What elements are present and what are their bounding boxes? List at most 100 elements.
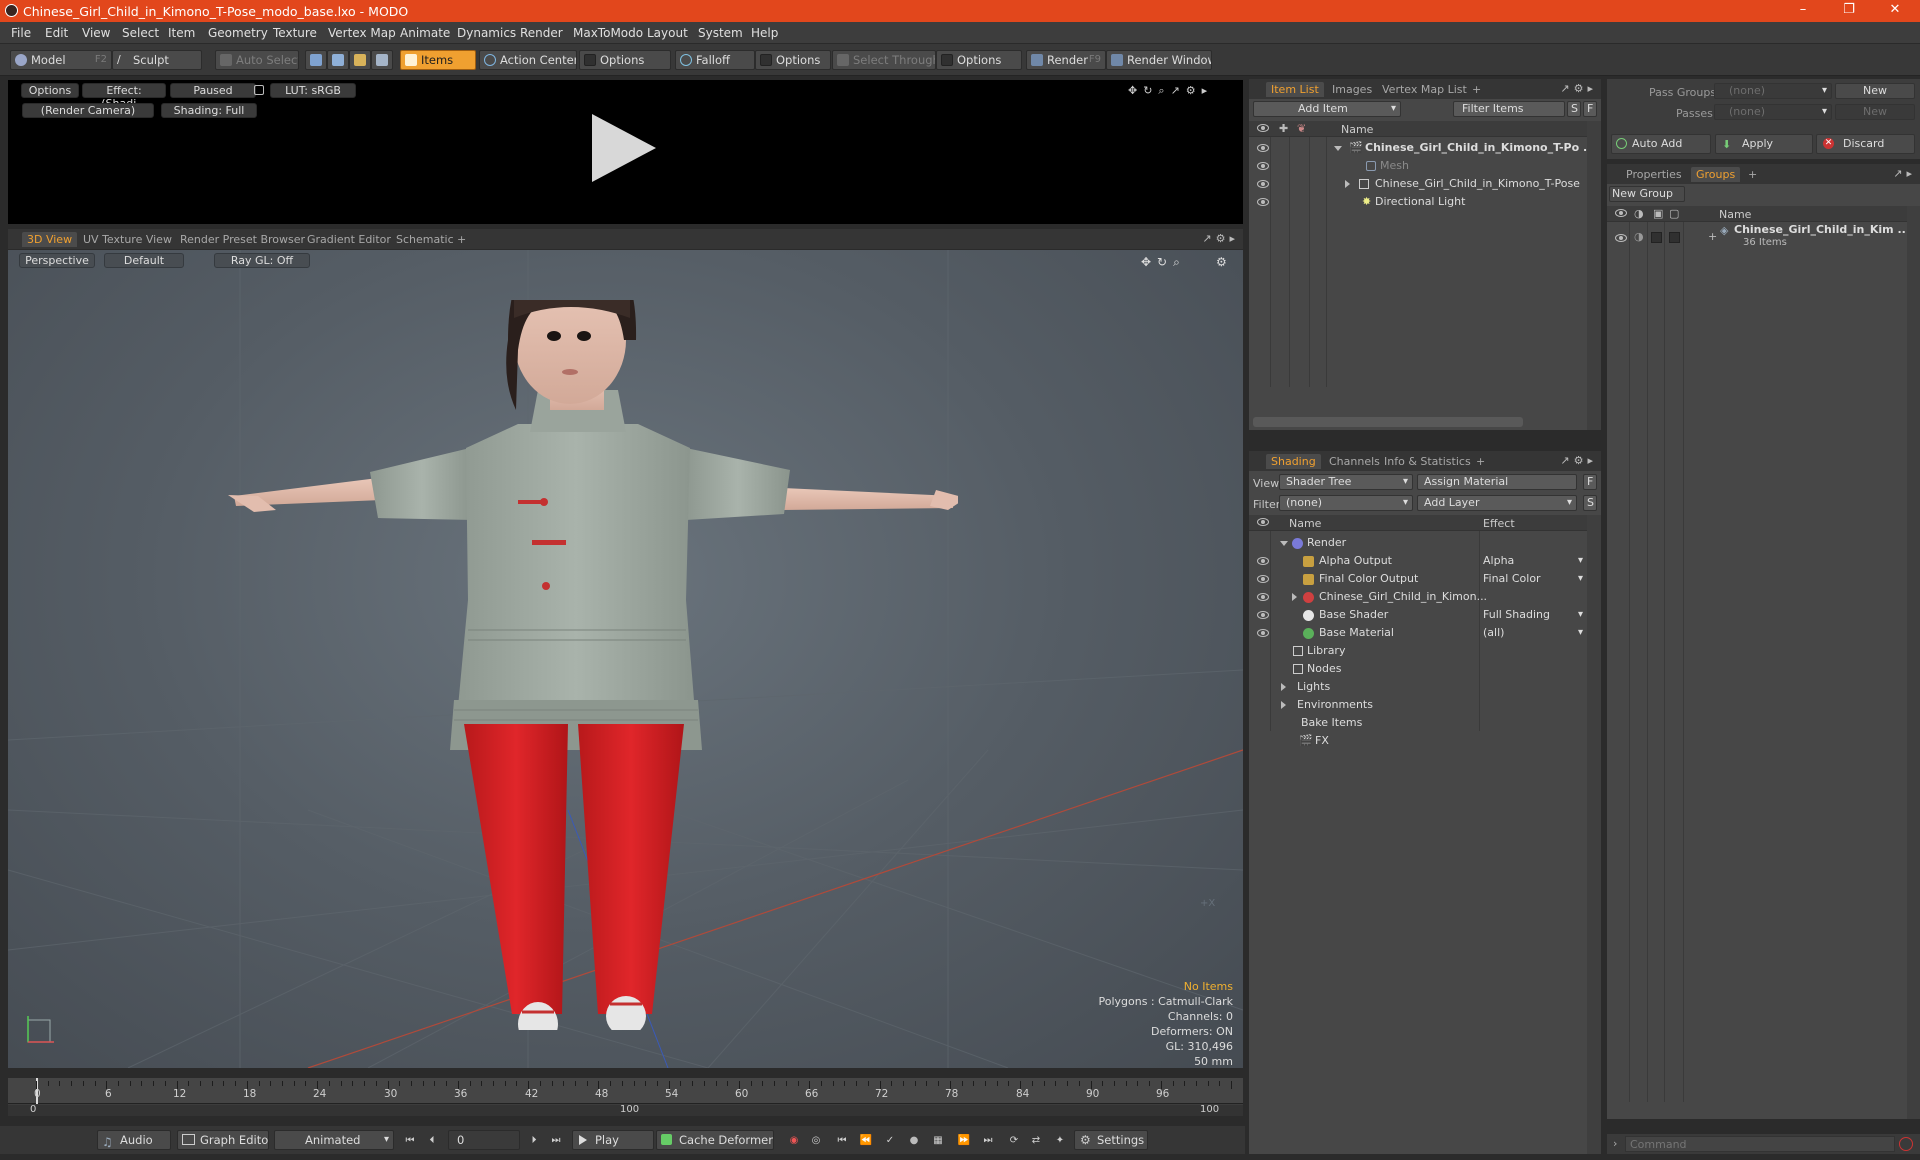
preview-nav-icons[interactable]: ✥↻⌕↗⚙▸ xyxy=(1128,84,1213,98)
item-row-scene[interactable]: 🎬 Chinese_Girl_Child_in_Kimono_T-Po ... xyxy=(1249,139,1596,157)
expand-arrow-icon[interactable] xyxy=(1281,701,1286,709)
graph-editor-button[interactable]: Graph Editor xyxy=(177,1130,269,1150)
minimize-button[interactable]: – xyxy=(1780,0,1826,22)
tab-item-list[interactable]: Item List xyxy=(1266,82,1324,97)
visibility-eye-icon[interactable] xyxy=(1257,144,1269,152)
menu-vertex-map[interactable]: Vertex Map xyxy=(328,26,396,40)
visibility-eye-icon[interactable] xyxy=(1257,180,1269,188)
menu-help[interactable]: Help xyxy=(751,26,778,40)
menu-item[interactable]: Item xyxy=(168,26,195,40)
expand-arrow-icon[interactable] xyxy=(1292,593,1297,601)
tab-info-statistics[interactable]: Info & Statistics xyxy=(1379,454,1476,469)
apply-button[interactable]: ⬇ Apply xyxy=(1715,134,1813,154)
menu-layout[interactable]: Layout xyxy=(647,26,688,40)
go-to-start-icon[interactable]: ⏮ xyxy=(402,1133,418,1149)
menu-render[interactable]: Render xyxy=(520,26,563,40)
expand-arrow-icon[interactable] xyxy=(1281,683,1286,691)
select-through-options[interactable]: Options xyxy=(936,50,1022,70)
menu-file[interactable]: File xyxy=(11,26,31,40)
vertices-mode-button[interactable] xyxy=(305,50,327,70)
render-window-button[interactable]: Render Window xyxy=(1106,50,1212,70)
falloff-button[interactable]: Falloff xyxy=(675,50,755,70)
viewport-nav-icons[interactable]: ✥↻⌕ xyxy=(1141,255,1186,270)
add-item-dropdown[interactable]: Add Item xyxy=(1253,101,1401,117)
lock-checkbox[interactable] xyxy=(1669,232,1680,243)
tab-shading[interactable]: Shading xyxy=(1266,454,1321,469)
menu-edit[interactable]: Edit xyxy=(45,26,68,40)
viewport-settings-icon[interactable]: ⚙ xyxy=(1216,255,1227,269)
menu-maxtomodo[interactable]: MaxToModo xyxy=(573,26,643,40)
tab-images[interactable]: Images xyxy=(1327,82,1377,97)
key-prev-icon[interactable]: ⏮ xyxy=(834,1133,850,1149)
play-icon[interactable] xyxy=(592,114,656,182)
audio-button[interactable]: ♫ Audio xyxy=(97,1130,171,1150)
shader-row-alpha-output[interactable]: Alpha Output Alpha xyxy=(1249,552,1587,570)
render-button[interactable]: Render F9 xyxy=(1026,50,1106,70)
group-row[interactable]: ◑ + ◈ Chinese_Girl_Child_in_Kim ... 36 I… xyxy=(1607,223,1910,254)
assign-material-field[interactable]: Assign Material xyxy=(1417,474,1577,490)
item-row-group-locator[interactable]: Chinese_Girl_Child_in_Kimono_T-Pose xyxy=(1249,175,1587,193)
render-camera-dropdown[interactable]: (Render Camera) xyxy=(22,103,154,118)
go-to-end-icon[interactable]: ⏭ xyxy=(548,1133,564,1149)
default-dropdown[interactable]: Default xyxy=(104,253,184,268)
menu-animate[interactable]: Animate xyxy=(400,26,450,40)
record-icon[interactable]: ● xyxy=(906,1133,922,1149)
visibility-eye-icon[interactable] xyxy=(1257,162,1269,170)
command-input[interactable] xyxy=(1625,1136,1895,1152)
item-list-s-button[interactable]: S xyxy=(1567,101,1581,117)
add-tab-button[interactable]: + xyxy=(1471,454,1490,469)
current-frame-field[interactable]: 0 xyxy=(448,1130,520,1150)
preview-options-button[interactable]: Options xyxy=(21,83,79,98)
cache-deformers-button[interactable]: Cache Deformers xyxy=(656,1130,774,1150)
prev-key-icon[interactable]: ⏴ xyxy=(424,1133,440,1149)
filter-items-field[interactable]: Filter Items xyxy=(1453,101,1565,117)
visibility-eye-icon[interactable] xyxy=(1615,234,1627,242)
tab-channels[interactable]: Channels xyxy=(1324,454,1385,469)
shading-s-button[interactable]: S xyxy=(1583,495,1597,511)
item-row-mesh[interactable]: Mesh xyxy=(1249,157,1587,175)
preview-paused-button[interactable]: Paused xyxy=(170,83,256,98)
tab-properties[interactable]: Properties xyxy=(1621,167,1687,182)
sculpt-mode-button[interactable]: ∕ Sculpt xyxy=(112,50,202,70)
snap-icon[interactable]: ✦ xyxy=(1052,1133,1068,1149)
auto-select-button[interactable]: Auto Select xyxy=(215,50,299,70)
visibility-eye-icon[interactable] xyxy=(1257,593,1269,601)
new-pass-button[interactable]: New xyxy=(1835,104,1915,120)
pass-groups-dropdown[interactable]: (none) xyxy=(1714,83,1832,99)
auto-add-button[interactable]: Auto Add xyxy=(1611,134,1711,154)
tab-uv-texture-view[interactable]: UV Texture View xyxy=(78,232,177,247)
visibility-eye-icon[interactable] xyxy=(1257,198,1269,206)
menu-texture[interactable]: Texture xyxy=(273,26,317,40)
add-tab-button[interactable]: + xyxy=(452,232,471,247)
model-mode-button[interactable]: Model F2 xyxy=(10,50,112,70)
select-through-button[interactable]: Select Through xyxy=(832,50,936,70)
item-list-f-button[interactable]: F xyxy=(1583,101,1597,117)
polygons-mode-button[interactable] xyxy=(349,50,371,70)
item-list-hscrollbar[interactable] xyxy=(1253,417,1523,427)
materials-mode-button[interactable] xyxy=(371,50,393,70)
sync-icon[interactable]: ⇄ xyxy=(1028,1133,1044,1149)
item-list-scrollbar[interactable] xyxy=(1587,121,1601,430)
preview-effect-dropdown[interactable]: Effect: (Shadi... xyxy=(82,83,166,110)
animated-dropdown[interactable]: Animated xyxy=(274,1130,394,1150)
shader-row-bake-items[interactable]: Bake Items xyxy=(1249,714,1587,732)
action-center-button[interactable]: Action Center xyxy=(479,50,577,70)
shader-row-library[interactable]: Library xyxy=(1249,642,1587,660)
shader-row-render[interactable]: Render xyxy=(1249,534,1587,552)
effect-value[interactable]: Final Color xyxy=(1483,570,1587,588)
menu-geometry[interactable]: Geometry xyxy=(208,26,268,40)
tab-render-preset-browser[interactable]: Render Preset Browser xyxy=(175,232,310,247)
key-forward-icon[interactable]: ⏩ xyxy=(956,1133,972,1149)
visibility-eye-icon[interactable] xyxy=(1257,629,1269,637)
new-pass-group-button[interactable]: New xyxy=(1835,83,1915,99)
item-list-panel-controls-icon[interactable]: ↗⚙▸ xyxy=(1560,82,1597,95)
visibility-eye-icon[interactable] xyxy=(1257,557,1269,565)
visibility-eye-icon[interactable] xyxy=(1257,611,1269,619)
expand-arrow-icon[interactable] xyxy=(1334,146,1342,151)
timeline[interactable]: 0 6 12 18 24 30 36 42 48 54 60 66 72 78 … xyxy=(8,1078,1243,1116)
groups-panel-controls-icon[interactable]: ↗▸ xyxy=(1893,167,1916,180)
character-model[interactable] xyxy=(218,300,958,1030)
add-tab-button[interactable]: + xyxy=(1743,167,1762,182)
raygl-dropdown[interactable]: Ray GL: Off xyxy=(214,253,310,268)
action-center-options[interactable]: Options xyxy=(579,50,671,70)
